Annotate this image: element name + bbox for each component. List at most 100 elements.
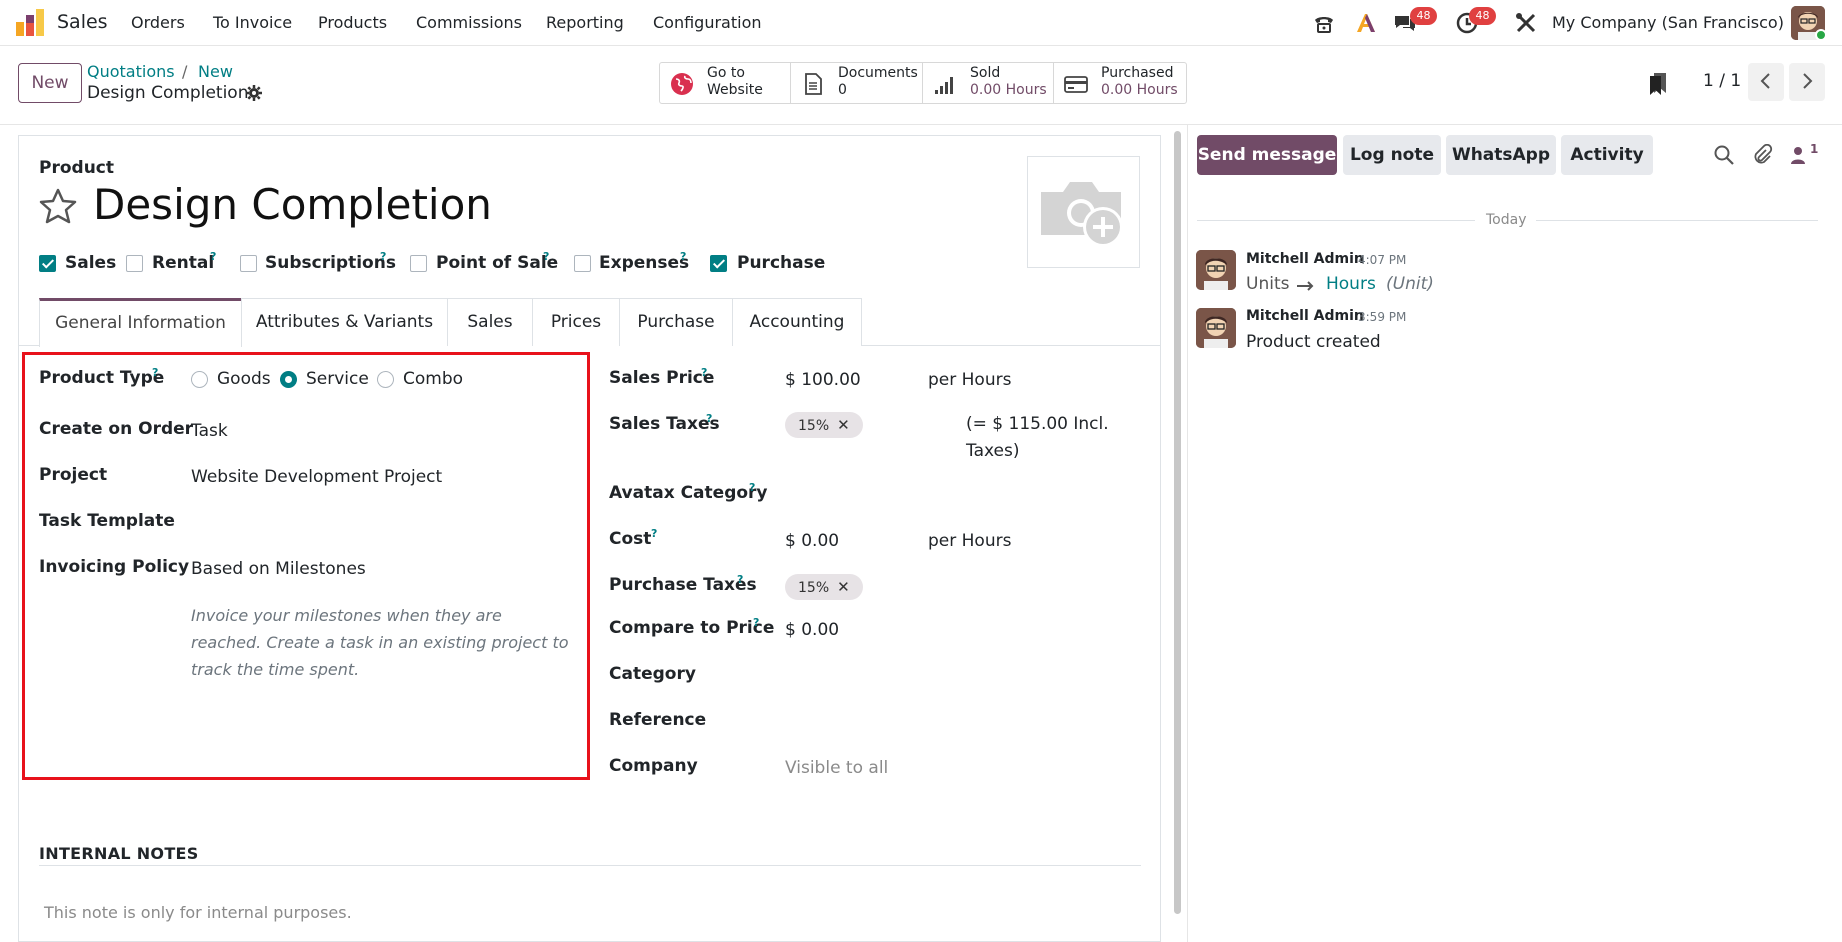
- invoicing-policy-field[interactable]: Based on Milestones: [191, 559, 366, 579]
- create-on-order-field[interactable]: Task: [191, 421, 228, 441]
- pager-value[interactable]: 1 / 1: [1703, 71, 1741, 91]
- paperclip-icon[interactable]: [1751, 144, 1773, 166]
- point-of-sale-help-icon[interactable]: ?: [543, 250, 549, 263]
- radio-combo[interactable]: [377, 371, 394, 388]
- purchased-label: Purchased: [1101, 65, 1174, 81]
- message-avatar[interactable]: [1196, 308, 1236, 348]
- tab-accounting[interactable]: Accounting: [732, 298, 862, 346]
- sales-price-field[interactable]: $ 100.00: [785, 370, 861, 390]
- followers-icon[interactable]: [1789, 144, 1811, 166]
- compare-price-help-icon[interactable]: ?: [753, 616, 759, 629]
- sold-button[interactable]: Sold 0.00 Hours: [923, 63, 1054, 103]
- search-icon[interactable]: [1713, 144, 1735, 166]
- avatax-help-icon[interactable]: ?: [749, 481, 755, 494]
- sales-taxes-help-icon[interactable]: ?: [706, 412, 712, 425]
- sales-checkbox[interactable]: [39, 255, 56, 272]
- pager-next-button[interactable]: [1789, 63, 1825, 101]
- ai-icon[interactable]: [1354, 11, 1378, 35]
- message-author[interactable]: Mitchell Admin: [1246, 251, 1364, 267]
- app-name[interactable]: Sales: [57, 11, 108, 33]
- arrow-right-icon: [1297, 281, 1314, 291]
- category-label: Category: [609, 664, 696, 684]
- go-to-website-line1: Go to: [707, 65, 745, 81]
- radio-combo-label[interactable]: Combo: [403, 369, 463, 389]
- signal-bars-icon: [935, 77, 953, 94]
- tab-attributes-variants[interactable]: Attributes & Variants: [241, 298, 448, 346]
- task-template-field[interactable]: [191, 511, 571, 533]
- rental-checkbox[interactable]: [126, 255, 143, 272]
- menu-orders[interactable]: Orders: [131, 13, 185, 32]
- category-field[interactable]: [785, 664, 1145, 686]
- rental-help-icon[interactable]: ?: [210, 250, 216, 263]
- purchased-button[interactable]: Purchased 0.00 Hours: [1054, 63, 1186, 103]
- tab-purchase[interactable]: Purchase: [619, 298, 733, 346]
- tracking-old-value: Units: [1246, 274, 1290, 294]
- compare-price-field[interactable]: $ 0.00: [785, 620, 839, 640]
- company-switcher[interactable]: My Company (San Francisco): [1552, 13, 1784, 32]
- go-to-website-button[interactable]: Go to Website: [660, 63, 791, 103]
- product-image-upload[interactable]: [1027, 156, 1140, 268]
- subscriptions-checkbox[interactable]: [240, 255, 257, 272]
- message-body: Product created: [1246, 332, 1381, 352]
- company-field[interactable]: Visible to all: [785, 758, 888, 778]
- task-template-label: Task Template: [39, 511, 175, 531]
- radio-goods-label[interactable]: Goods: [217, 369, 271, 389]
- radio-service-label[interactable]: Service: [306, 369, 369, 389]
- remove-tag-icon[interactable]: ✕: [837, 416, 850, 434]
- point-of-sale-checkbox[interactable]: [410, 255, 427, 272]
- camera-add-icon: [1041, 182, 1123, 247]
- purchase-tax-tag[interactable]: 15% ✕: [785, 574, 863, 600]
- message-avatar[interactable]: [1196, 250, 1236, 290]
- internal-notes-divider: [39, 865, 1141, 866]
- purchased-value: 0.00 Hours: [1101, 82, 1178, 98]
- followers-count: 1: [1810, 142, 1819, 156]
- product-type-help-icon[interactable]: ?: [152, 366, 158, 379]
- new-button[interactable]: New: [18, 63, 82, 103]
- message-author[interactable]: Mitchell Admin: [1246, 308, 1364, 324]
- radio-service[interactable]: [280, 371, 297, 388]
- subscriptions-help-icon[interactable]: ?: [380, 250, 386, 263]
- menu-reporting[interactable]: Reporting: [546, 13, 624, 32]
- purchase-checkbox[interactable]: [710, 255, 727, 272]
- send-message-button[interactable]: Send message: [1197, 135, 1337, 175]
- form-scrollbar-thumb[interactable]: [1174, 131, 1181, 914]
- debug-tools-icon[interactable]: [1514, 11, 1538, 35]
- remove-tag-icon[interactable]: ✕: [837, 578, 850, 596]
- breadcrumb-quotations[interactable]: Quotations: [87, 62, 175, 81]
- documents-button[interactable]: Documents 0: [791, 63, 923, 103]
- bookmark-icon[interactable]: [1650, 73, 1666, 95]
- tab-sales[interactable]: Sales: [447, 298, 533, 346]
- cost-help-icon[interactable]: ?: [651, 527, 657, 540]
- pager-previous-button[interactable]: [1748, 63, 1784, 101]
- expenses-checkbox[interactable]: [574, 255, 591, 272]
- sales-tax-tag[interactable]: 15% ✕: [785, 412, 863, 438]
- reference-field[interactable]: [785, 710, 1145, 732]
- expenses-help-icon[interactable]: ?: [680, 250, 686, 263]
- project-field[interactable]: Website Development Project: [191, 467, 442, 487]
- sales-price-help-icon[interactable]: ?: [701, 366, 707, 379]
- gear-icon[interactable]: [246, 85, 262, 101]
- whatsapp-button[interactable]: WhatsApp: [1446, 135, 1556, 175]
- tab-general-information[interactable]: General Information: [39, 298, 242, 347]
- activity-button[interactable]: Activity: [1561, 135, 1653, 175]
- log-note-button[interactable]: Log note: [1343, 135, 1441, 175]
- radio-goods[interactable]: [191, 371, 208, 388]
- menu-to-invoice[interactable]: To Invoice: [213, 13, 292, 32]
- purchase-checkbox-label: Purchase: [737, 253, 826, 273]
- sales-checkbox-label: Sales: [65, 253, 117, 273]
- tab-prices[interactable]: Prices: [532, 298, 620, 346]
- menu-commissions[interactable]: Commissions: [416, 13, 522, 32]
- invoicing-policy-label: Invoicing Policy: [39, 557, 190, 577]
- breadcrumb-new[interactable]: New: [198, 62, 233, 81]
- internal-notes-editor[interactable]: This note is only for internal purposes.: [44, 903, 352, 922]
- purchase-taxes-help-icon[interactable]: ?: [737, 573, 743, 586]
- sales-app-logo[interactable]: [15, 9, 45, 37]
- menu-products[interactable]: Products: [318, 13, 387, 32]
- go-to-website-line2: Website: [707, 82, 763, 98]
- phone-icon[interactable]: [1312, 11, 1336, 35]
- menu-configuration[interactable]: Configuration: [653, 13, 762, 32]
- expenses-checkbox-label: Expenses: [599, 253, 690, 273]
- cost-field[interactable]: $ 0.00: [785, 531, 839, 551]
- favorite-star-icon[interactable]: [38, 187, 78, 227]
- product-name[interactable]: Design Completion: [93, 180, 492, 229]
